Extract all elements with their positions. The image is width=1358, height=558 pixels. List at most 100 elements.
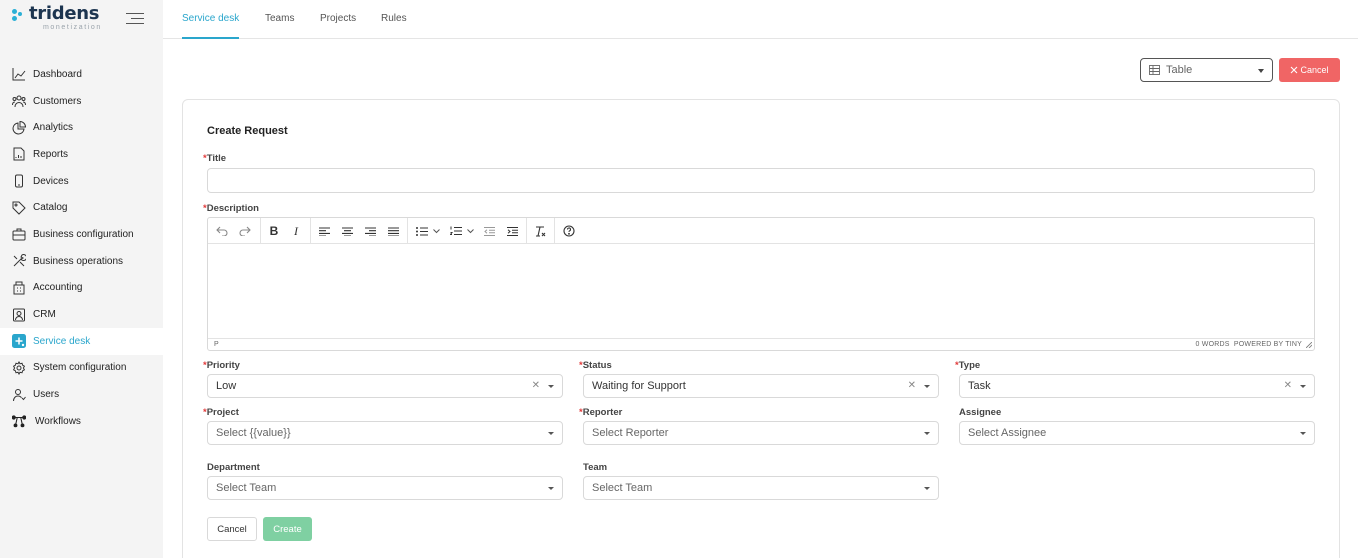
help-icon[interactable]	[560, 222, 578, 240]
italic-icon[interactable]: I	[287, 222, 305, 240]
tab-projects[interactable]: Projects	[320, 0, 356, 39]
team-placeholder: Select Team	[592, 482, 653, 494]
brand-name: tridens	[29, 3, 100, 24]
logo-mark-icon	[12, 8, 26, 28]
tab-teams[interactable]: Teams	[265, 0, 294, 39]
chevron-down-icon	[924, 432, 930, 435]
sidebar-item-dashboard[interactable]: Dashboard	[0, 61, 163, 88]
form-title: Create Request	[207, 125, 288, 137]
sidebar-item-system-configuration[interactable]: System configuration	[0, 355, 163, 382]
chevron-down-icon	[548, 487, 554, 490]
undo-icon[interactable]	[213, 222, 231, 240]
editor-element-path: P	[214, 341, 219, 348]
chevron-down-icon[interactable]	[464, 222, 476, 240]
tab-rules[interactable]: Rules	[381, 0, 407, 39]
clear-icon[interactable]: ✕	[908, 380, 916, 391]
editor-toolbar: B I	[208, 218, 1314, 244]
sidebar-item-customers[interactable]: Customers	[0, 88, 163, 115]
type-label: *Type	[955, 360, 981, 371]
editor-statusbar: P 0 WORDS POWERED BY TINY	[208, 338, 1314, 350]
status-label: *Status	[579, 360, 612, 371]
gear-icon	[12, 360, 26, 375]
align-justify-icon[interactable]	[384, 222, 402, 240]
form-cancel-button[interactable]: Cancel	[207, 517, 257, 541]
reporter-placeholder: Select Reporter	[592, 427, 669, 439]
sidebar-item-label: System configuration	[33, 362, 127, 374]
status-value: Waiting for Support	[592, 380, 686, 392]
bullet-list-icon[interactable]	[413, 222, 431, 240]
sidebar-item-accounting[interactable]: Accounting	[0, 275, 163, 302]
briefcase-icon	[12, 228, 26, 241]
priority-value: Low	[216, 380, 237, 392]
assignee-select[interactable]: Select Assignee	[959, 421, 1315, 445]
brand-logo[interactable]: tridens monetization	[12, 4, 102, 31]
chevron-down-icon	[548, 385, 554, 388]
priority-select[interactable]: Low ✕	[207, 374, 563, 398]
create-request-card: Create Request *Title *Description B I P…	[182, 99, 1340, 558]
description-editor[interactable]: B I P 0 WORDS POWERED BY TINY	[207, 217, 1315, 351]
indent-icon[interactable]	[503, 222, 521, 240]
bold-icon[interactable]: B	[265, 222, 283, 240]
sidebar-item-users[interactable]: Users	[0, 381, 163, 408]
view-mode-value: Table	[1166, 64, 1193, 76]
outdent-icon[interactable]	[480, 222, 498, 240]
tab-service-desk[interactable]: Service desk	[182, 0, 240, 39]
team-select[interactable]: Select Team	[583, 476, 939, 500]
dashboard-chart-icon	[12, 68, 26, 81]
chevron-down-icon	[1300, 432, 1306, 435]
sidebar-nav: Dashboard Customers Analytics Reports De…	[0, 61, 163, 435]
title-input[interactable]	[207, 168, 1315, 193]
project-select[interactable]: Select {{value}}	[207, 421, 563, 445]
view-mode-select[interactable]: Table	[1140, 58, 1273, 82]
editor-content-area[interactable]	[208, 244, 1314, 338]
cancel-button[interactable]: Cancel	[1279, 58, 1340, 82]
brand-tagline: monetization	[43, 24, 102, 31]
description-label: *Description	[203, 203, 259, 214]
sidebar-item-service-desk[interactable]: Service desk	[0, 327, 163, 355]
align-right-icon[interactable]	[361, 222, 379, 240]
contact-card-icon	[13, 308, 25, 322]
table-icon	[1149, 65, 1160, 75]
numbered-list-icon[interactable]	[447, 222, 465, 240]
sidebar-item-label: Reports	[33, 148, 69, 160]
create-button[interactable]: Create	[263, 517, 312, 541]
team-label: Team	[583, 462, 608, 473]
sidebar-item-workflows[interactable]: Workflows	[0, 408, 163, 435]
priority-label: *Priority	[203, 360, 240, 371]
pie-chart-icon	[12, 120, 26, 135]
sidebar-item-label: Catalog	[33, 202, 68, 214]
sidebar-item-analytics[interactable]: Analytics	[0, 114, 163, 141]
sidebar-item-catalog[interactable]: Catalog	[0, 194, 163, 221]
clear-icon[interactable]: ✕	[1284, 380, 1292, 391]
sidebar-item-devices[interactable]: Devices	[0, 168, 163, 195]
title-label: *Title	[203, 153, 227, 164]
clear-formatting-icon[interactable]	[531, 222, 549, 240]
align-center-icon[interactable]	[338, 222, 356, 240]
sidebar-item-label: Accounting	[33, 282, 83, 294]
sidebar-item-label: Business operations	[33, 255, 124, 267]
reporter-label: *Reporter	[579, 407, 623, 418]
sidebar-item-label: CRM	[33, 309, 56, 321]
sidebar-item-business-operations[interactable]: Business operations	[0, 248, 163, 275]
report-document-icon	[13, 147, 25, 161]
type-value: Task	[968, 380, 991, 392]
sidebar-item-label: Workflows	[35, 415, 81, 427]
reporter-select[interactable]: Select Reporter	[583, 421, 939, 445]
clear-icon[interactable]: ✕	[532, 380, 540, 391]
sidebar-item-crm[interactable]: CRM	[0, 301, 163, 328]
department-select[interactable]: Select Team	[207, 476, 563, 500]
status-select[interactable]: Waiting for Support ✕	[583, 374, 939, 398]
users-group-icon	[12, 95, 26, 108]
resize-handle-icon[interactable]	[1306, 342, 1312, 348]
sidebar-item-reports[interactable]: Reports	[0, 141, 163, 168]
tools-icon	[13, 254, 26, 267]
sidebar-item-business-configuration[interactable]: Business configuration	[0, 221, 163, 248]
accounting-building-icon	[13, 281, 25, 295]
chevron-down-icon	[924, 487, 930, 490]
type-select[interactable]: Task ✕	[959, 374, 1315, 398]
redo-icon[interactable]	[236, 222, 254, 240]
menu-collapse-icon[interactable]	[126, 12, 144, 26]
align-left-icon[interactable]	[315, 222, 333, 240]
chevron-down-icon[interactable]	[430, 222, 442, 240]
top-tabs: Service desk Teams Projects Rules	[163, 0, 1358, 39]
